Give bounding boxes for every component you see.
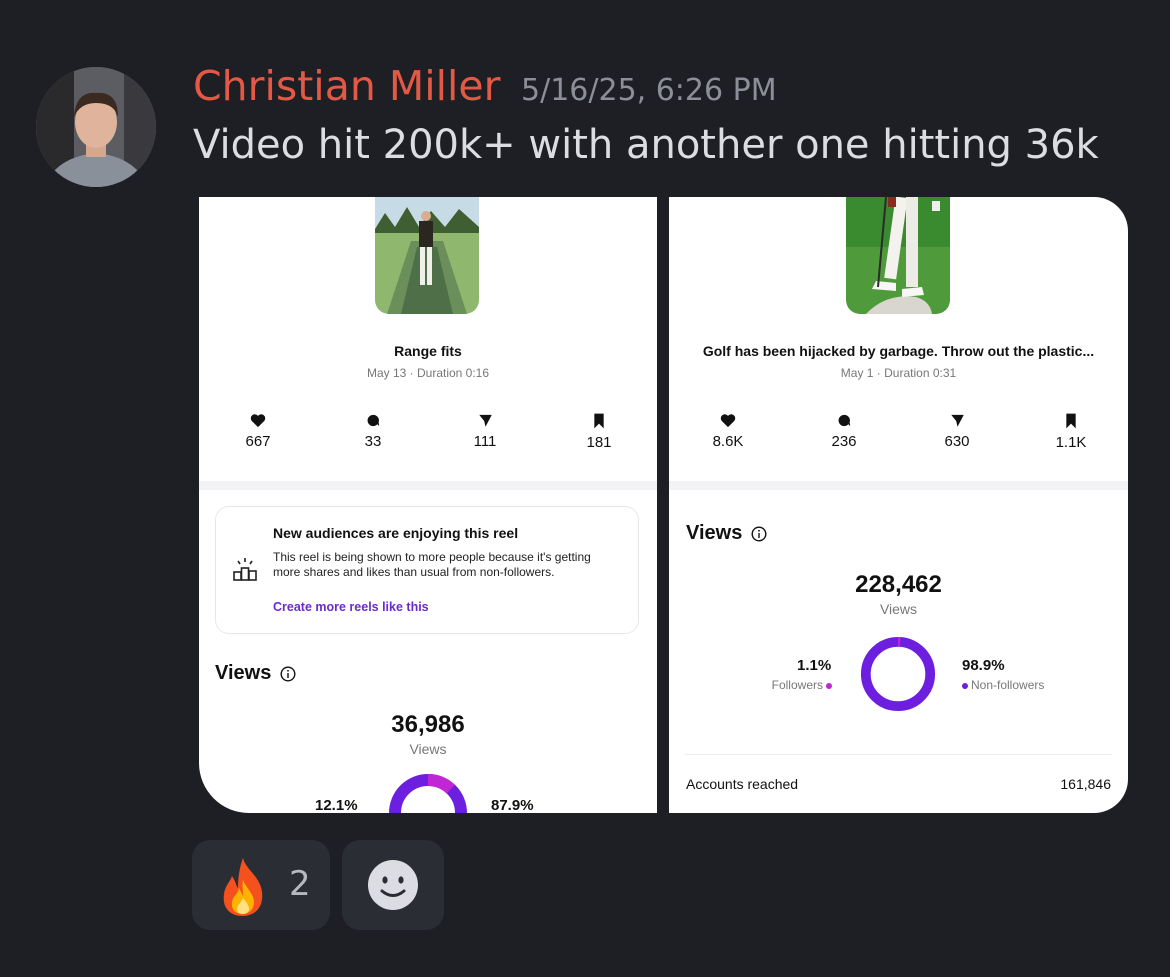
podium-icon [233, 558, 257, 581]
donut-nonfollowers-arc [860, 636, 936, 712]
followers-legend: Followers [772, 678, 835, 692]
attachment-image-1[interactable]: Range fits May 13 · Duration 0:16 667 33… [199, 197, 657, 813]
reel-thumbnail [375, 197, 479, 314]
nonfollowers-percent: 98.9% [962, 657, 1005, 674]
audience-card: New audiences are enjoying this reel Thi… [215, 506, 639, 634]
nonfollowers-dot [962, 682, 968, 689]
comments-stat: 236 [804, 413, 884, 450]
shares-count: 630 [944, 433, 970, 450]
saves-stat: 1.1K [1031, 413, 1111, 451]
views-label: Views [409, 741, 447, 757]
info-icon[interactable] [280, 665, 296, 682]
likes-stat: 8.6K [688, 413, 768, 450]
views-heading-label: Views [686, 522, 743, 544]
bookmark-icon [594, 413, 604, 429]
accounts-reached-label: Accounts reached [686, 776, 799, 792]
section-divider [199, 481, 657, 490]
bookmark-icon [1066, 413, 1076, 429]
message-text: Video hit 200k+ with another one hitting… [193, 122, 1099, 168]
heart-icon [250, 414, 266, 428]
accounts-divider [685, 754, 1112, 755]
fire-reaction-count: 2 [289, 864, 311, 904]
followers-dot [826, 682, 832, 689]
views-donut-chart [860, 636, 936, 712]
saves-stat: 181 [559, 413, 639, 451]
add-reaction-icon [368, 860, 418, 910]
views-total: 228,462 [855, 571, 942, 598]
comments-count: 33 [364, 433, 382, 450]
likes-count: 667 [245, 433, 271, 450]
info-icon[interactable] [751, 525, 767, 542]
fire-reaction-button[interactable]: 2 [192, 840, 330, 930]
likes-stat: 667 [218, 413, 298, 450]
message-timestamp: 5/16/25, 6:26 PM [521, 73, 777, 108]
views-heading: Views [686, 522, 767, 545]
shares-count: 111 [473, 433, 497, 450]
reel-thumbnail [846, 197, 950, 314]
nonfollowers-legend: Non-followers [959, 678, 1044, 692]
comments-count: 236 [831, 433, 857, 450]
nonfollowers-percent: 87.9% [491, 797, 534, 813]
section-divider [669, 481, 1128, 490]
comment-icon [838, 414, 851, 427]
saves-count: 1.1K [1055, 434, 1087, 451]
send-icon [950, 414, 964, 427]
reel-meta: May 1 · Duration 0:31 [840, 366, 957, 380]
followers-percent: 1.1% [797, 657, 832, 674]
followers-legend-label: Followers [771, 678, 823, 692]
views-heading: Views [215, 662, 296, 685]
followers-percent: 12.1% [315, 797, 358, 813]
send-icon [478, 414, 492, 427]
shares-stat: 630 [917, 413, 997, 450]
shares-stat: 111 [445, 413, 525, 450]
audience-card-title: New audiences are enjoying this reel [273, 525, 519, 541]
saves-count: 181 [586, 434, 612, 451]
comment-icon [367, 414, 380, 427]
views-total: 36,986 [391, 711, 465, 738]
views-heading-label: Views [215, 662, 272, 684]
reel-title: Golf has been hijacked by garbage. Throw… [702, 343, 1095, 359]
reel-meta: May 13 · Duration 0:16 [366, 366, 490, 380]
heart-icon [720, 414, 736, 428]
add-reaction-button[interactable] [342, 840, 444, 930]
fire-emoji-icon [223, 858, 263, 916]
author-name[interactable]: Christian Miller [193, 62, 500, 110]
create-reels-link[interactable]: Create more reels like this [273, 600, 429, 614]
views-donut-chart [389, 774, 467, 813]
author-avatar[interactable] [36, 67, 156, 187]
audience-card-body: This reel is being shown to more people … [273, 550, 591, 579]
comments-stat: 33 [333, 413, 413, 450]
likes-count: 8.6K [712, 433, 744, 450]
reel-title: Range fits [394, 343, 462, 359]
views-label: Views [879, 601, 918, 617]
attachment-image-2[interactable]: Golf has been hijacked by garbage. Throw… [669, 197, 1128, 813]
accounts-reached-value: 161,846 [1060, 776, 1111, 792]
nonfollowers-legend-label: Non-followers [971, 678, 1045, 692]
